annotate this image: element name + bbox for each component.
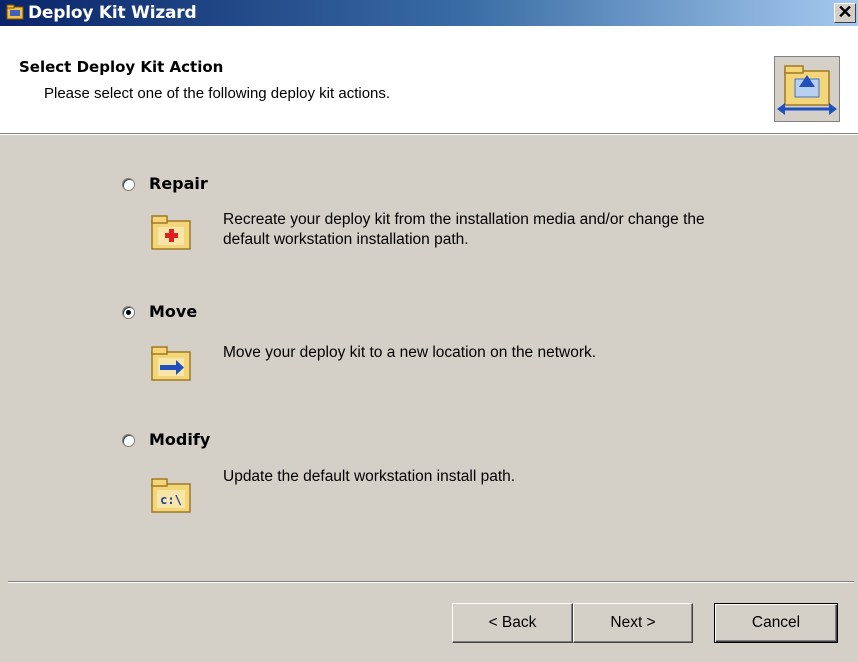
footer-divider-highlight [8, 582, 854, 583]
modify-description: Update the default workstation install p… [223, 468, 516, 485]
deploy-kit-icon [774, 56, 840, 122]
next-button[interactable]: Next > [573, 603, 693, 643]
close-icon: ✕ [837, 2, 853, 22]
modify-label[interactable]: Modify [149, 430, 210, 449]
move-radio[interactable] [122, 306, 135, 319]
repair-radio[interactable] [122, 178, 135, 191]
deploy-kit-wizard-window: Deploy Kit Wizard ✕ Select Deploy Kit Ac… [0, 0, 858, 662]
page-subtitle: Please select one of the following deplo… [44, 85, 391, 102]
close-button[interactable]: ✕ [834, 2, 856, 23]
repair-description-line2: default workstation installation path. [223, 231, 469, 248]
header-divider-highlight [0, 134, 858, 135]
back-button[interactable]: < Back [452, 603, 573, 643]
modify-radio[interactable] [122, 434, 135, 447]
repair-description-line1: Recreate your deploy kit from the instal… [223, 211, 705, 228]
repair-folder-icon [151, 215, 191, 250]
repair-label[interactable]: Repair [149, 174, 208, 193]
move-description: Move your deploy kit to a new location o… [223, 344, 597, 361]
move-label[interactable]: Move [149, 302, 197, 321]
radio-selected-dot [126, 310, 131, 315]
title-bar[interactable]: Deploy Kit Wizard ✕ [0, 0, 858, 26]
wizard-header: Select Deploy Kit Action Please select o… [0, 26, 858, 133]
page-title: Select Deploy Kit Action [19, 58, 224, 76]
modify-icon-text: c:\ [160, 493, 182, 507]
modify-folder-icon: c:\ [151, 478, 191, 513]
move-folder-icon [151, 346, 191, 381]
app-icon [6, 4, 24, 20]
window-title: Deploy Kit Wizard [28, 3, 197, 23]
cancel-button[interactable]: Cancel [714, 603, 838, 643]
